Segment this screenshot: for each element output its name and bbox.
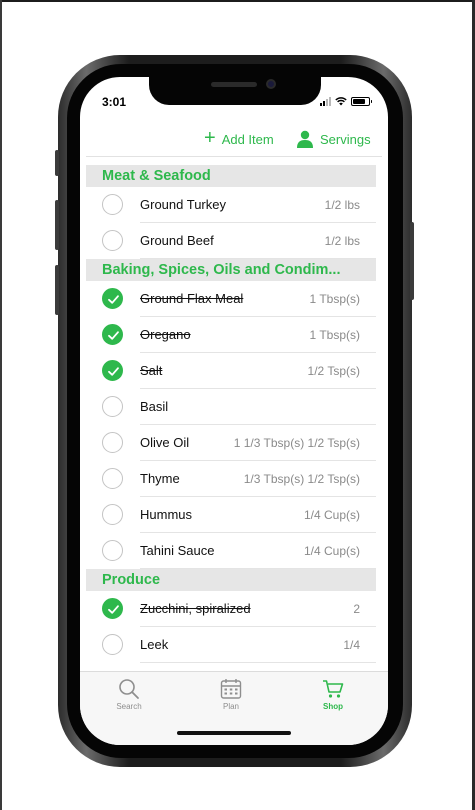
tab-label: Search	[116, 702, 142, 711]
window-edge-left	[0, 0, 2, 810]
item-quantity: 1/2 Tsp(s)	[307, 364, 360, 378]
servings-label: Servings	[320, 131, 371, 147]
checkbox[interactable]	[102, 468, 123, 489]
item-quantity: 1 1/3 Tbsp(s) 1/2 Tsp(s)	[233, 436, 360, 450]
add-item-button[interactable]: + Add Item	[204, 127, 274, 151]
calendar-icon	[220, 679, 242, 699]
servings-button[interactable]: Servings	[296, 127, 371, 151]
checkbox[interactable]	[102, 634, 123, 655]
item-name: Ground Turkey	[140, 197, 226, 212]
checkbox[interactable]	[102, 230, 123, 251]
home-indicator[interactable]	[177, 731, 291, 735]
item-quantity: 1/4 Cup(s)	[303, 508, 360, 522]
section-header: Baking, Spices, Oils and Condim...	[86, 259, 376, 281]
item-quantity: 1/3 Tbsp(s) 1/2 Tsp(s)	[243, 472, 360, 486]
app-screen: 3:01 + Add Item Servings Meat & Seafood G…	[80, 77, 388, 745]
list-item[interactable]: Ground Flax Meal 1 Tbsp(s)	[86, 281, 376, 317]
list-item[interactable]: Zucchini, spiralized 2	[86, 591, 376, 627]
cart-icon	[323, 680, 344, 698]
checkbox[interactable]	[102, 540, 123, 561]
item-name: Leek	[140, 637, 169, 652]
list-item[interactable]: Salt 1/2 Tsp(s)	[86, 353, 376, 389]
list-item[interactable]: Tahini Sauce 1/4 Cup(s)	[86, 533, 376, 569]
row-divider	[140, 662, 376, 663]
power-button	[410, 222, 414, 300]
checkbox[interactable]	[102, 504, 123, 525]
item-name: Hummus	[140, 507, 193, 522]
item-quantity: 1 Tbsp(s)	[309, 292, 360, 306]
volume-up-button	[55, 200, 59, 250]
item-name: Basil	[140, 399, 169, 414]
person-icon	[297, 130, 313, 148]
checked-checkbox[interactable]	[102, 324, 123, 345]
tab-label: Shop	[323, 702, 343, 711]
tab-search[interactable]: Search	[99, 678, 159, 711]
section-header: Meat & Seafood	[86, 165, 376, 187]
list-item[interactable]: Thyme 1/3 Tbsp(s) 1/2 Tsp(s)	[86, 461, 376, 497]
row-divider	[140, 568, 376, 569]
battery-icon	[351, 97, 372, 106]
notch	[149, 77, 321, 105]
checkmark-icon	[108, 295, 119, 304]
item-name: Salt	[140, 363, 163, 378]
wifi-icon	[335, 97, 347, 106]
item-quantity: 1/2 lbs	[324, 198, 360, 212]
list-item[interactable]: Hummus 1/4 Cup(s)	[86, 497, 376, 533]
checkbox[interactable]	[102, 194, 123, 215]
item-name: Tahini Sauce	[140, 543, 215, 558]
item-name: Oregano	[140, 327, 191, 342]
item-quantity: 1 Tbsp(s)	[309, 328, 360, 342]
item-name: Ground Flax Meal	[140, 291, 244, 306]
tab-shop[interactable]: Shop	[303, 678, 363, 711]
volume-down-button	[55, 265, 59, 315]
list-item[interactable]: Ground Turkey 1/2 lbs	[86, 187, 376, 223]
list-item[interactable]: Olive Oil 1 1/3 Tbsp(s) 1/2 Tsp(s)	[86, 425, 376, 461]
checked-checkbox[interactable]	[102, 598, 123, 619]
item-name: Ground Beef	[140, 233, 214, 248]
add-item-label: Add Item	[221, 131, 274, 147]
item-quantity: 1/2 lbs	[324, 234, 360, 248]
status-icons	[320, 97, 372, 106]
item-name: Olive Oil	[140, 435, 190, 450]
tab-label: Plan	[222, 702, 239, 711]
speaker-grille	[211, 82, 257, 87]
tab-plan[interactable]: Plan	[201, 678, 261, 711]
checkmark-icon	[108, 367, 119, 376]
item-quantity: 2	[353, 602, 360, 616]
checkbox[interactable]	[102, 396, 123, 417]
cellular-signal-icon	[320, 97, 331, 106]
list-item[interactable]: Ground Beef 1/2 lbs	[86, 223, 376, 259]
camera-icon	[266, 79, 276, 89]
list-item[interactable]: Oregano 1 Tbsp(s)	[86, 317, 376, 353]
plus-icon: +	[204, 127, 216, 149]
item-name: Thyme	[140, 471, 180, 486]
search-icon	[119, 679, 139, 699]
checkbox[interactable]	[102, 432, 123, 453]
item-quantity: 1/4	[343, 638, 360, 652]
list-item[interactable]: Basil	[86, 389, 376, 425]
checked-checkbox[interactable]	[102, 360, 123, 381]
mute-switch	[55, 150, 59, 176]
shopping-list: Meat & Seafood Ground Turkey 1/2 lbs Ground…	[86, 165, 376, 663]
checkmark-icon	[108, 605, 119, 614]
list-item[interactable]: Leek 1/4	[86, 627, 376, 663]
checkmark-icon	[108, 331, 119, 340]
item-name: Zucchini, spiralized	[140, 601, 251, 616]
checked-checkbox[interactable]	[102, 288, 123, 309]
window-edge-top	[0, 0, 475, 2]
toolbar: + Add Item Servings	[80, 127, 388, 155]
item-quantity: 1/4 Cup(s)	[303, 544, 360, 558]
toolbar-divider	[86, 156, 382, 157]
section-header: Produce	[86, 569, 376, 591]
row-divider	[140, 258, 376, 259]
status-time: 3:01	[102, 95, 127, 109]
